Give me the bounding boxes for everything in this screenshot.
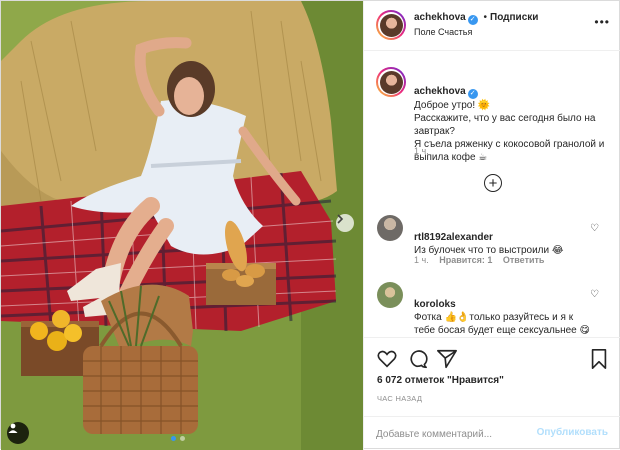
like-comment-2-icon[interactable]: ♡ bbox=[590, 289, 599, 300]
caption-greeting: Доброе утро! 🌞 bbox=[414, 100, 491, 111]
like-comment-1-icon[interactable]: ♡ bbox=[590, 223, 599, 234]
caption-username[interactable]: achekhova bbox=[414, 86, 466, 97]
publish-comment-button[interactable]: Опубликовать bbox=[537, 427, 608, 438]
caption-time: 1 ч. bbox=[414, 146, 429, 156]
caption-avatar[interactable] bbox=[376, 67, 406, 97]
verified-badge-icon: ✓ bbox=[467, 15, 478, 25]
next-photo-button[interactable] bbox=[336, 214, 354, 232]
post-side-panel: achekhova ✓ • Подписки Поле Счастья ••• ac… bbox=[363, 1, 620, 450]
post-location[interactable]: Поле Счастья bbox=[414, 27, 472, 37]
comment-2-text: Фотка 👍👌только разуйтесь и я к тебе боса… bbox=[414, 312, 590, 336]
author-username[interactable]: achekhova bbox=[414, 12, 466, 23]
post-header: achekhova ✓ • Подписки Поле Счастья ••• bbox=[364, 1, 620, 51]
posted-time: ЧАС НАЗАД bbox=[377, 394, 423, 403]
caption-block: achekhova ✓ Доброе утро! 🌞 Расскажите, чт… bbox=[414, 72, 610, 164]
following-button[interactable]: Подписки bbox=[490, 12, 538, 23]
commenter-avatar[interactable] bbox=[377, 215, 403, 241]
photo-illustration bbox=[1, 1, 363, 450]
comment-bubble-icon[interactable] bbox=[406, 348, 428, 370]
post-actions: 6 072 отметок "Нравится" ЧАС НАЗАД bbox=[364, 337, 620, 423]
user-tag-icon bbox=[8, 423, 18, 433]
comment-1-time: 1 ч. bbox=[414, 255, 429, 265]
verified-badge-icon: ✓ bbox=[467, 89, 478, 99]
instagram-post-window: achekhova ✓ • Подписки Поле Счастья ••• ac… bbox=[0, 0, 620, 450]
more-options-icon[interactable]: ••• bbox=[594, 15, 610, 29]
comment-1-body: rtl8192alexander Из булочек что то выстр… bbox=[414, 218, 594, 257]
plus-circle-icon[interactable]: + bbox=[484, 174, 502, 192]
separator-dot: • bbox=[483, 12, 487, 23]
post-photo[interactable] bbox=[1, 1, 363, 450]
comment-1-username[interactable]: rtl8192alexander bbox=[414, 232, 493, 243]
likes-count[interactable]: 6 072 отметок "Нравится" bbox=[377, 375, 504, 386]
comment-1-meta: 1 ч. Нравится: 1 Ответить bbox=[414, 255, 552, 265]
author-avatar[interactable] bbox=[376, 10, 406, 40]
comment-1-reply-button[interactable]: Ответить bbox=[503, 255, 545, 265]
caption-text: Расскажите, что у вас сегодня было на за… bbox=[414, 113, 605, 163]
carousel-dot-active bbox=[171, 436, 176, 441]
author-line: achekhova ✓ • Подписки bbox=[414, 12, 538, 25]
bookmark-icon[interactable] bbox=[588, 348, 610, 370]
share-send-icon[interactable] bbox=[436, 348, 458, 370]
comment-2-body: koroloks Фотка 👍👌только разуйтесь и я к … bbox=[414, 285, 590, 337]
carousel-dot bbox=[180, 436, 185, 441]
comment-1-likes[interactable]: Нравится: 1 bbox=[439, 255, 492, 265]
like-heart-icon[interactable] bbox=[376, 348, 398, 370]
comment-2-username[interactable]: koroloks bbox=[414, 299, 456, 310]
commenter-avatar[interactable] bbox=[377, 282, 403, 308]
chevron-right-icon bbox=[337, 214, 344, 224]
comment-input[interactable] bbox=[376, 426, 526, 442]
comment-composer: Опубликовать bbox=[364, 416, 620, 450]
carousel-dots bbox=[171, 436, 185, 441]
tagged-users-button[interactable] bbox=[7, 422, 29, 444]
